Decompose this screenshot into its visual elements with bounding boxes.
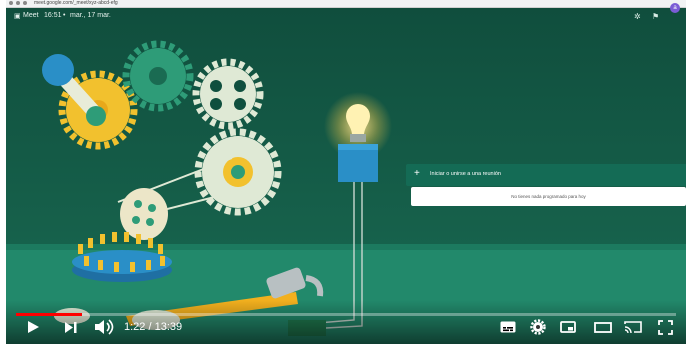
meet-logo-icon: ▣ [14, 13, 21, 20]
reload-icon[interactable] [23, 1, 27, 5]
blue-knob [42, 54, 74, 86]
plus-icon: + [414, 168, 420, 179]
avatar[interactable]: a [670, 3, 680, 13]
fullscreen-icon[interactable] [658, 320, 673, 335]
theater-mode-icon[interactable] [594, 322, 612, 333]
play-icon[interactable] [26, 320, 40, 334]
forward-icon[interactable] [16, 1, 20, 5]
back-icon[interactable] [9, 1, 13, 5]
browser-address-bar: meet.google.com/_meet/xyz-abcd-efg [6, 0, 686, 8]
browser-url[interactable]: meet.google.com/_meet/xyz-abcd-efg [34, 0, 118, 7]
settings-gear-icon[interactable] [530, 319, 546, 335]
progress-fill [16, 313, 82, 316]
miniplayer-icon[interactable] [560, 321, 576, 333]
meet-separator: • [63, 12, 66, 19]
schedule-card: No tienes nada programado para hoy [411, 187, 686, 206]
meet-date: mar., 17 mar. [70, 12, 111, 19]
feedback-icon[interactable]: ⚑ [652, 12, 659, 21]
meet-header: ▣ Meet 16:51 • mar., 17 mar. ✲ ⚑ [6, 8, 686, 26]
meet-time: 16:51 [44, 12, 62, 19]
next-icon[interactable] [64, 321, 78, 334]
cast-icon[interactable] [624, 320, 642, 334]
settings-icon[interactable]: ✲ [634, 12, 641, 21]
subtitles-icon[interactable] [500, 321, 516, 333]
progress-bar[interactable] [16, 313, 676, 316]
video-frame[interactable]: meet.google.com/_meet/xyz-abcd-efg ▣ Mee… [6, 0, 686, 344]
time-display: 1:22 / 13:39 [124, 321, 183, 333]
meet-app-name: Meet [23, 12, 39, 19]
empty-schedule-text: No tienes nada programado para hoy [511, 194, 586, 199]
join-meeting-label: Iniciar o unirse a una reunión [430, 171, 501, 177]
player-controls: 1:22 / 13:39 [6, 300, 686, 344]
join-meeting-button[interactable]: + Iniciar o unirse a una reunión [406, 164, 686, 186]
volume-icon[interactable] [94, 319, 114, 335]
